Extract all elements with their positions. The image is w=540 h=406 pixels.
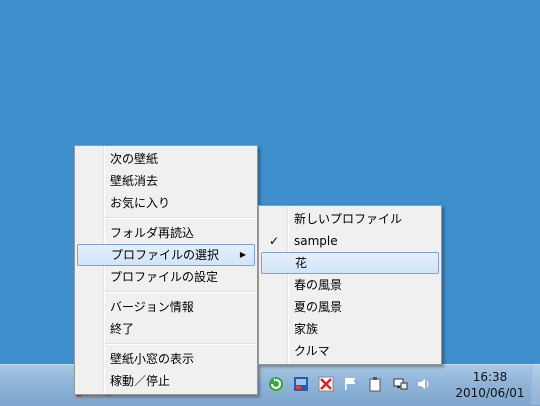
menu-separator bbox=[105, 217, 255, 219]
menu-item-clear-wallpaper[interactable]: 壁紙消去 bbox=[77, 170, 255, 192]
menu-item-label: 次の壁紙 bbox=[110, 152, 159, 166]
clipboard-icon[interactable] bbox=[367, 376, 383, 392]
close-red-icon[interactable] bbox=[318, 376, 334, 392]
profile-submenu: 新しいプロファイル ✓ sample 花 春の風景 夏の風景 家族 クルマ bbox=[258, 205, 442, 365]
menu-item-next-wallpaper[interactable]: 次の壁紙 bbox=[77, 148, 255, 170]
menu-item-label: フォルダ再読込 bbox=[110, 226, 195, 240]
menu-separator bbox=[105, 343, 255, 345]
check-icon: ✓ bbox=[269, 234, 280, 248]
app-blue-icon[interactable] bbox=[293, 376, 309, 392]
submenu-arrow-icon: ▶ bbox=[239, 250, 246, 259]
menu-separator bbox=[105, 291, 255, 293]
profile-item-spring[interactable]: 春の風景 bbox=[261, 274, 439, 296]
profile-item-label: 春の風景 bbox=[294, 278, 343, 292]
menu-item-label: プロファイルの選択 bbox=[111, 248, 220, 262]
menu-item-profile-settings[interactable]: プロファイルの設定 bbox=[77, 266, 255, 288]
taskbar-clock[interactable]: 16:38 2010/06/01 bbox=[448, 369, 532, 401]
profile-item-new[interactable]: 新しいプロファイル bbox=[261, 208, 439, 230]
menu-item-select-profile[interactable]: プロファイルの選択 ▶ bbox=[77, 244, 255, 266]
profile-item-label: 家族 bbox=[294, 322, 319, 336]
profile-item-label: 夏の風景 bbox=[294, 300, 343, 314]
menu-item-label: バージョン情報 bbox=[110, 300, 194, 314]
show-desktop-button[interactable] bbox=[531, 365, 540, 405]
menu-item-favorites[interactable]: お気に入り bbox=[77, 192, 255, 214]
menu-item-label: お気に入り bbox=[110, 196, 171, 210]
profile-item-label: クルマ bbox=[294, 344, 330, 358]
refresh-green-icon[interactable] bbox=[268, 376, 284, 392]
clock-time: 16:38 bbox=[472, 370, 508, 384]
profile-item-flower[interactable]: 花 bbox=[261, 252, 439, 274]
menu-item-label: プロファイルの設定 bbox=[110, 270, 219, 284]
menu-item-run-stop[interactable]: 稼動／停止 bbox=[77, 370, 255, 392]
menu-item-label: 終了 bbox=[110, 322, 135, 336]
profile-item-label: sample bbox=[294, 234, 338, 248]
profile-item-label: 花 bbox=[295, 256, 308, 270]
menu-item-exit[interactable]: 終了 bbox=[77, 318, 255, 340]
menu-item-label: 稼動／停止 bbox=[110, 374, 171, 388]
menu-item-show-mini-window[interactable]: 壁紙小窓の表示 bbox=[77, 348, 255, 370]
profile-item-car[interactable]: クルマ bbox=[261, 340, 439, 362]
context-menu: 次の壁紙 壁紙消去 お気に入り フォルダ再読込 プロファイルの選択 ▶ プロファ… bbox=[74, 145, 258, 395]
menu-item-label: 壁紙消去 bbox=[110, 174, 159, 188]
profile-item-family[interactable]: 家族 bbox=[261, 318, 439, 340]
flag-icon[interactable] bbox=[342, 376, 358, 392]
menu-item-label: 壁紙小窓の表示 bbox=[110, 352, 195, 366]
network-icon[interactable] bbox=[392, 376, 408, 392]
clock-date: 2010/06/01 bbox=[455, 386, 525, 400]
profile-item-summer[interactable]: 夏の風景 bbox=[261, 296, 439, 318]
menu-item-reload-folder[interactable]: フォルダ再読込 bbox=[77, 222, 255, 244]
menu-item-version-info[interactable]: バージョン情報 bbox=[77, 296, 255, 318]
profile-item-sample[interactable]: ✓ sample bbox=[261, 230, 439, 252]
volume-icon[interactable] bbox=[416, 376, 432, 392]
profile-item-label: 新しいプロファイル bbox=[294, 212, 403, 226]
